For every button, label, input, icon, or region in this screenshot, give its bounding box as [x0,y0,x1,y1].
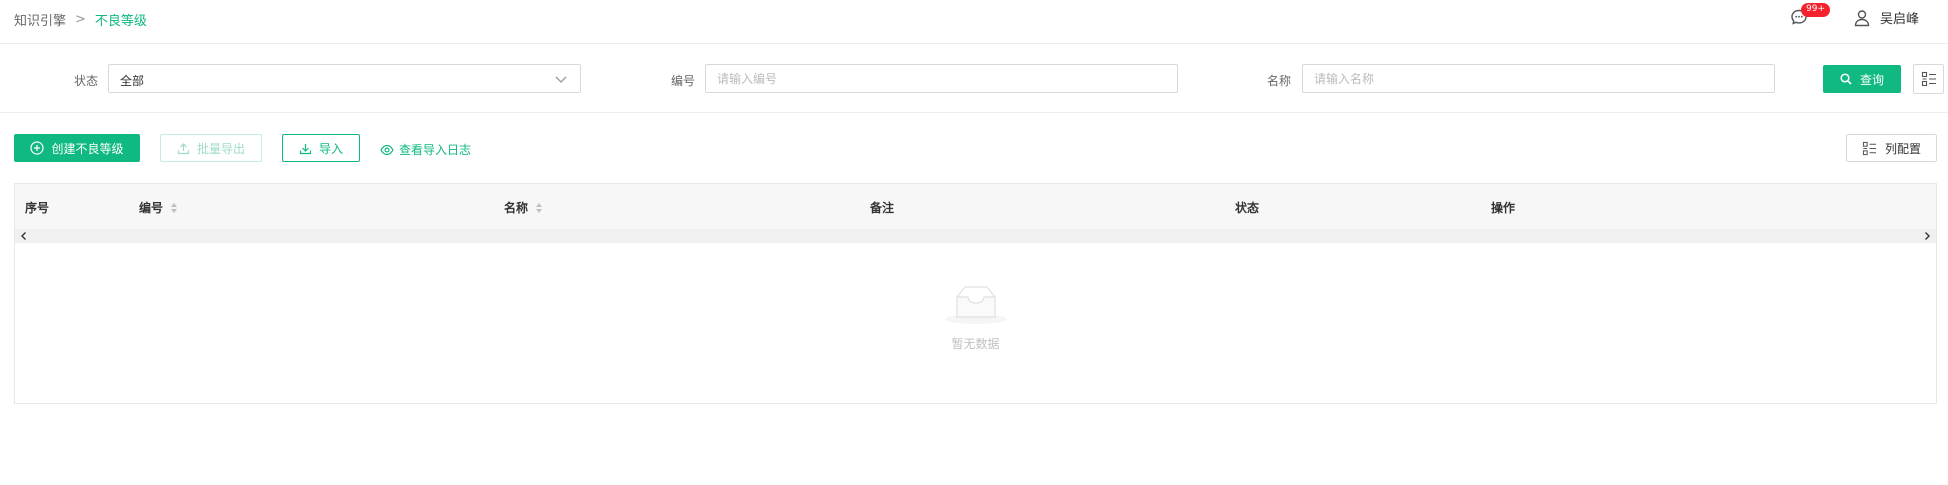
code-input[interactable] [705,64,1178,93]
column-header-status: 状态 [1235,201,1260,215]
create-level-button[interactable]: 创建不良等级 [14,134,140,162]
upload-icon [177,142,190,154]
search-icon [1840,73,1852,85]
create-level-label: 创建不良等级 [51,141,124,156]
eye-icon [380,144,394,155]
import-label: 导入 [318,141,343,156]
batch-export-label: 批量导出 [196,141,245,156]
plus-circle-icon [30,141,45,155]
code-filter-label: 编号 [671,74,696,88]
sort-icon[interactable] [536,202,543,213]
column-header-code[interactable]: 编号 [139,199,178,216]
user-icon [1854,9,1870,26]
empty-text: 暂无数据 [951,337,1000,351]
chevron-left-icon[interactable] [19,231,29,241]
empty-inbox-icon [944,286,1007,324]
top-header: 知识引擎 > 不良等级 99+ 吴启峰 [0,0,1948,44]
notification-button[interactable]: 99+ [1790,3,1830,28]
user-name: 吴启峰 [1880,12,1920,27]
data-table: 序号 编号 名称 备注 状态 操作 暂无数据 [14,183,1937,404]
column-config-label: 列配置 [1884,141,1921,156]
import-button[interactable]: 导入 [282,134,360,162]
filter-settings-button[interactable] [1913,64,1944,94]
column-header-name[interactable]: 名称 [504,199,543,216]
horizontal-scrollbar[interactable] [15,229,1936,243]
batch-export-button[interactable]: 批量导出 [160,134,262,162]
download-icon [299,143,312,154]
breadcrumb: 知识引擎 > 不良等级 [14,10,147,29]
empty-state: 暂无数据 [15,283,1936,352]
list-settings-icon [1862,141,1877,155]
name-input[interactable] [1302,64,1775,93]
column-header-index: 序号 [25,201,50,215]
view-import-log-link[interactable]: 查看导入日志 [380,141,471,158]
notification-badge: 99+ [1801,3,1830,17]
query-button-label: 查询 [1859,72,1884,87]
chevron-down-icon [555,76,567,83]
status-filter-label: 状态 [74,74,99,88]
chevron-right-icon[interactable] [1922,231,1932,241]
column-header-actions: 操作 [1491,201,1516,215]
user-menu[interactable]: 吴启峰 [1853,8,1919,27]
status-select-value: 全部 [120,74,145,88]
sort-icon[interactable] [171,202,178,213]
query-button[interactable]: 查询 [1823,65,1901,93]
column-config-button[interactable]: 列配置 [1846,134,1937,162]
table-header: 序号 编号 名称 备注 状态 操作 [15,184,1936,229]
name-filter-label: 名称 [1267,74,1292,88]
status-select[interactable]: 全部 [108,64,581,93]
list-settings-icon [1921,71,1936,87]
breadcrumb-root[interactable]: 知识引擎 [14,10,66,29]
breadcrumb-current: 不良等级 [94,14,147,29]
view-import-log-label: 查看导入日志 [399,143,472,157]
filter-bar: 状态 全部 编号 名称 查询 [0,45,1948,113]
column-header-remark: 备注 [870,201,895,215]
breadcrumb-separator: > [75,12,86,27]
